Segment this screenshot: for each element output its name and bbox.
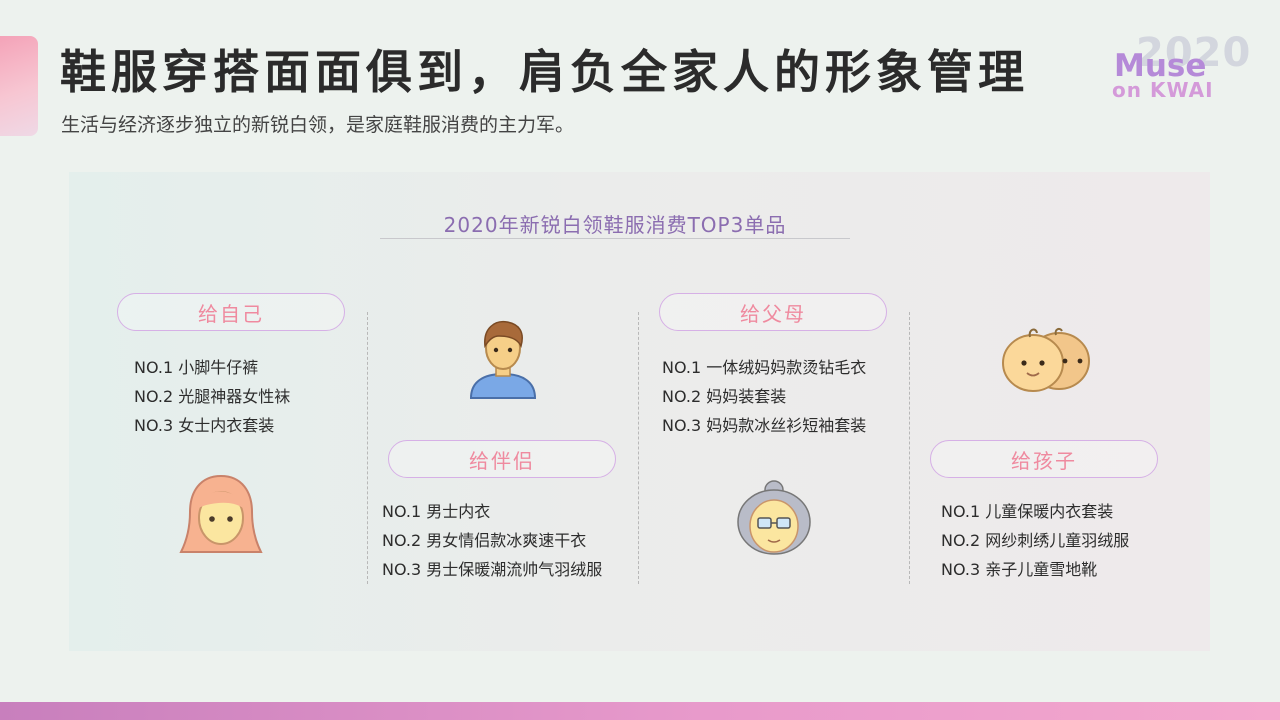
page-title: 鞋服穿搭面面俱到，肩负全家人的形象管理 [60, 45, 1029, 99]
category-pill-partner: 给伴侣 [388, 440, 616, 478]
woman-avatar-icon [179, 474, 263, 553]
logo-kwai: on KWAI [1112, 78, 1214, 102]
grandmother-avatar-icon [737, 480, 811, 555]
column-divider [638, 312, 639, 584]
panel-title-underline [380, 238, 850, 239]
list-item: NO.2 网纱刺绣儿童羽绒服 [941, 531, 1130, 550]
list-item: NO.3 亲子儿童雪地靴 [941, 560, 1098, 579]
list-item: NO.3 女士内衣套装 [134, 416, 275, 435]
top3-list-self: NO.1 小脚牛仔裤 NO.2 光腿神器女性袜 NO.3 女士内衣套装 [134, 353, 290, 440]
list-item: NO.2 男女情侣款冰爽速干衣 [382, 531, 587, 550]
list-item: NO.2 光腿神器女性袜 [134, 387, 291, 406]
panel-title: 2020年新锐白领鞋服消费TOP3单品 [443, 213, 787, 237]
category-pill-parents: 给父母 [659, 293, 887, 331]
accent-block [0, 36, 38, 136]
category-pill-self: 给自己 [117, 293, 345, 331]
top3-list-children: NO.1 儿童保暖内衣套装 NO.2 网纱刺绣儿童羽绒服 NO.3 亲子儿童雪地… [941, 497, 1129, 584]
list-item: NO.3 妈妈款冰丝衫短袖套装 [662, 416, 867, 435]
column-divider [367, 312, 368, 584]
list-item: NO.1 小脚牛仔裤 [134, 358, 259, 377]
list-item: NO.1 儿童保暖内衣套装 [941, 502, 1114, 521]
muse-on-kwai-logo: 2020 Muse on KWAI [1110, 30, 1250, 102]
top3-list-partner: NO.1 男士内衣 NO.2 男女情侣款冰爽速干衣 NO.3 男士保暖潮流帅气羽… [382, 497, 602, 584]
bottom-accent-bar [0, 702, 1280, 720]
babies-avatar-icon [1002, 327, 1090, 392]
list-item: NO.1 男士内衣 [382, 502, 491, 521]
page-subtitle: 生活与经济逐步独立的新锐白领，是家庭鞋服消费的主力军。 [61, 114, 575, 136]
column-divider [909, 312, 910, 584]
list-item: NO.1 一体绒妈妈款烫钻毛衣 [662, 358, 867, 377]
list-item: NO.2 妈妈装套装 [662, 387, 787, 406]
man-avatar-icon [469, 320, 537, 399]
top3-list-parents: NO.1 一体绒妈妈款烫钻毛衣 NO.2 妈妈装套装 NO.3 妈妈款冰丝衫短袖… [662, 353, 866, 440]
category-pill-children: 给孩子 [930, 440, 1158, 478]
list-item: NO.3 男士保暖潮流帅气羽绒服 [382, 560, 603, 579]
